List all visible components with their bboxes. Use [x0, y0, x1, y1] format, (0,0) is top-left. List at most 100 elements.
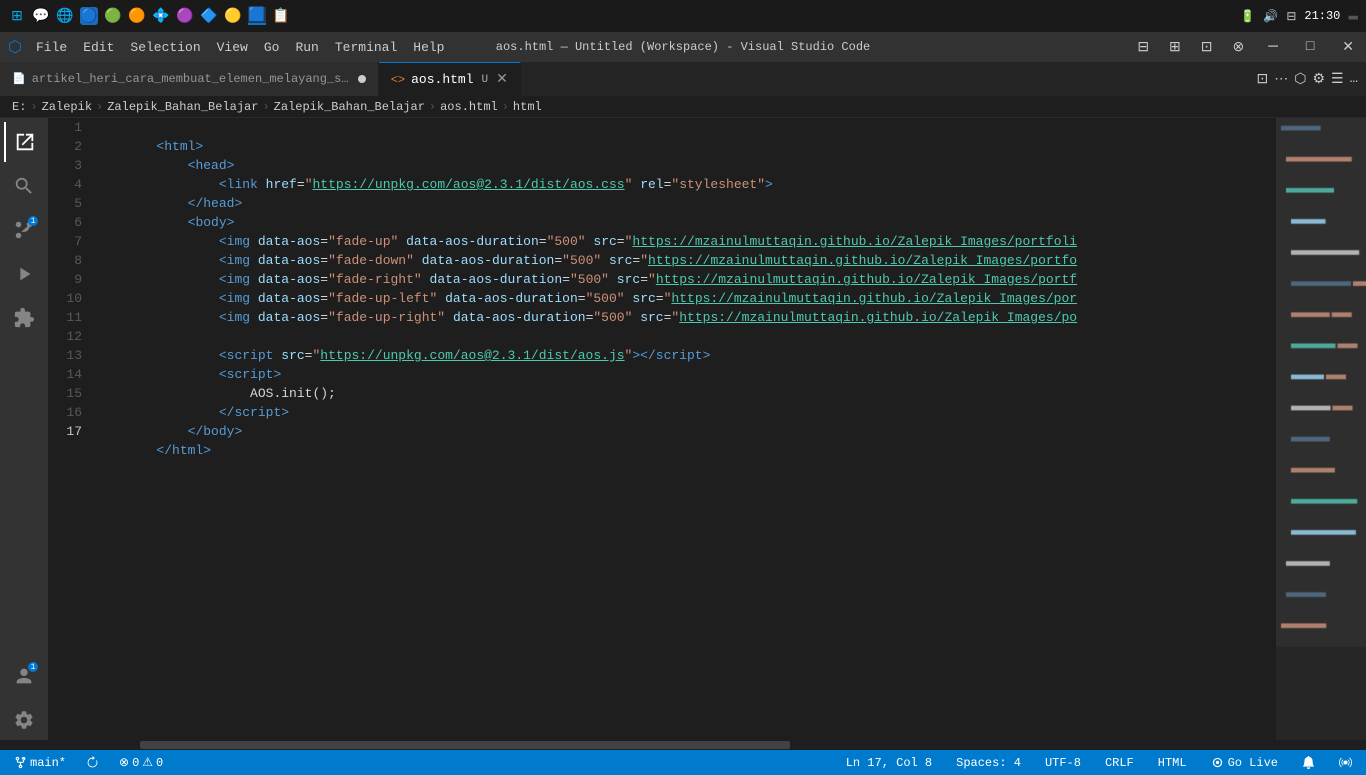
layout-icon-3[interactable]: ⊡	[1193, 39, 1221, 56]
code-line-2: <head>	[94, 137, 1276, 156]
taskbar-vscode[interactable]: 🟦	[248, 7, 266, 25]
layout-icon-2[interactable]: ⊞	[1161, 39, 1189, 56]
activity-extensions[interactable]	[4, 298, 44, 338]
activity-settings[interactable]	[4, 700, 44, 740]
account-badge: 1	[28, 662, 38, 672]
status-bar: main* ⊗ 0 ⚠ 0 Ln 17, Col 8 Spaces: 4 UTF…	[0, 750, 1366, 775]
taskbar-network-icon: 🔋	[1240, 9, 1255, 24]
taskbar-app-4[interactable]: 🟢	[104, 7, 122, 25]
statusbar-broadcast[interactable]	[1333, 750, 1358, 775]
go-live-icon	[1211, 756, 1224, 769]
spaces-label: Spaces: 4	[956, 756, 1021, 770]
statusbar-encoding[interactable]: UTF-8	[1039, 750, 1087, 775]
taskbar-app-3[interactable]: 🔵	[80, 7, 98, 25]
menu-selection[interactable]: Selection	[122, 38, 208, 57]
statusbar-spaces[interactable]: Spaces: 4	[950, 750, 1027, 775]
encoding-label: UTF-8	[1045, 756, 1081, 770]
statusbar-notifications[interactable]	[1296, 750, 1321, 775]
menu-help[interactable]: Help	[405, 38, 452, 57]
restore-button[interactable]: □	[1294, 39, 1326, 55]
taskbar-app-7[interactable]: 🟣	[176, 7, 194, 25]
layout-sidebar-icon[interactable]: ☰	[1331, 71, 1344, 88]
code-line-5: <body>	[94, 194, 1276, 213]
menu-file[interactable]: File	[28, 38, 75, 57]
minimap[interactable]	[1276, 118, 1366, 740]
activity-search[interactable]	[4, 166, 44, 206]
windows-icon[interactable]: ⊞	[8, 7, 26, 25]
close-button[interactable]: ✕	[1330, 39, 1366, 56]
activity-run-debug[interactable]	[4, 254, 44, 294]
statusbar-sync[interactable]	[80, 750, 105, 775]
menu-terminal[interactable]: Terminal	[327, 38, 405, 57]
statusbar-position[interactable]: Ln 17, Col 8	[840, 750, 938, 775]
cursor-position: Ln 17, Col 8	[846, 756, 932, 770]
code-line-3: <link href="https://unpkg.com/aos@2.3.1/…	[94, 156, 1276, 175]
code-line-17: </html>	[94, 422, 1276, 441]
breadcrumb-sep-5: ›	[502, 100, 509, 114]
breadcrumb-sep-1: ›	[30, 100, 37, 114]
statusbar-errors[interactable]: ⊗ 0 ⚠ 0	[113, 750, 169, 775]
breadcrumb-file[interactable]: aos.html	[440, 100, 498, 114]
tab-markdown[interactable]: 📄 artikel_heri_cara_membuat_elemen_melay…	[0, 62, 379, 96]
code-line-12: <script src="https://unpkg.com/aos@2.3.1…	[94, 327, 1276, 346]
minimap-canvas	[1276, 118, 1366, 740]
breadcrumb: E: › Zalepik › Zalepik_Bahan_Belajar › Z…	[0, 97, 1366, 118]
taskbar-app-6[interactable]: 💠	[152, 7, 170, 25]
statusbar-go-live[interactable]: Go Live	[1205, 750, 1284, 775]
code-editor[interactable]: 1 2 3 4 5 6 7 8 9 10 11 12 13 14 15 16 1…	[48, 118, 1366, 740]
branch-name: main*	[30, 756, 66, 770]
taskbar-app-2[interactable]: 🌐	[56, 7, 74, 25]
breadcrumb-drive[interactable]: E:	[12, 100, 26, 114]
breadcrumb-folder-1[interactable]: Zalepik	[42, 100, 92, 114]
sync-icon	[86, 756, 99, 769]
menu-view[interactable]: View	[209, 38, 256, 57]
code-content[interactable]: <html> <head> <link href="https://unpkg.…	[90, 118, 1276, 740]
taskbar-app-10[interactable]: 📋	[272, 7, 290, 25]
tab-markdown-icon: 📄	[12, 72, 26, 86]
tab-aos-close[interactable]: ✕	[496, 73, 508, 87]
breadcrumb-sep-3: ›	[262, 100, 269, 114]
minimize-button[interactable]: ─	[1256, 38, 1290, 56]
taskbar-app-5[interactable]: 🟠	[128, 7, 146, 25]
settings-icon[interactable]: ⚙	[1312, 71, 1325, 88]
activity-account[interactable]: 1	[4, 656, 44, 696]
more-icon[interactable]: …	[1350, 71, 1358, 87]
source-control-icon[interactable]: ⬡	[1294, 71, 1306, 88]
activity-bar: 1 1	[0, 118, 48, 740]
activity-explorer[interactable]	[4, 122, 44, 162]
line-numbers: 1 2 3 4 5 6 7 8 9 10 11 12 13 14 15 16 1…	[48, 118, 90, 740]
editor-container: 1 1 1 2 3 4 5 6 7 8 9 10 11 1	[0, 118, 1366, 740]
error-count: 0	[132, 756, 139, 770]
scrollbar-thumb[interactable]	[140, 741, 790, 749]
tab-aos-html[interactable]: <> aos.html U ✕	[379, 62, 521, 96]
code-line-6: <img data-aos="fade-up" data-aos-duratio…	[94, 213, 1276, 232]
breadcrumb-sep-4: ›	[429, 100, 436, 114]
menu-edit[interactable]: Edit	[75, 38, 122, 57]
breadcrumb-folder-2[interactable]: Zalepik_Bahan_Belajar	[107, 100, 258, 114]
menu-run[interactable]: Run	[287, 38, 326, 57]
breadcrumb-folder-3[interactable]: Zalepik_Bahan_Belajar	[274, 100, 425, 114]
activity-source-control[interactable]: 1	[4, 210, 44, 250]
layout-icon-4[interactable]: ⊗	[1225, 39, 1253, 56]
taskbar-app-8[interactable]: 🔷	[200, 7, 218, 25]
breadcrumb-symbol[interactable]: html	[513, 100, 542, 114]
more-actions-icon[interactable]: ⋯	[1274, 71, 1288, 88]
taskbar-app-9[interactable]: 🟡	[224, 7, 242, 25]
taskbar-show-desktop[interactable]: ▬	[1348, 7, 1358, 25]
statusbar-line-ending[interactable]: CRLF	[1099, 750, 1140, 775]
split-editor-icon[interactable]: ⊡	[1257, 71, 1269, 88]
tab-markdown-unsaved	[358, 75, 366, 83]
statusbar-language[interactable]: HTML	[1152, 750, 1193, 775]
tab-aos-icon: <>	[391, 73, 405, 87]
horizontal-scrollbar[interactable]	[0, 740, 1366, 750]
breadcrumb-sep-2: ›	[96, 100, 103, 114]
line-ending-label: CRLF	[1105, 756, 1134, 770]
menu-go[interactable]: Go	[256, 38, 288, 57]
broadcast-icon	[1339, 756, 1352, 769]
tab-bar: 📄 artikel_heri_cara_membuat_elemen_melay…	[0, 62, 1366, 97]
statusbar-branch[interactable]: main*	[8, 750, 72, 775]
layout-icon-1[interactable]: ⊟	[1129, 39, 1157, 56]
branch-icon	[14, 756, 27, 769]
taskbar-app-1[interactable]: 💬	[32, 7, 50, 25]
notifications-icon	[1302, 756, 1315, 769]
